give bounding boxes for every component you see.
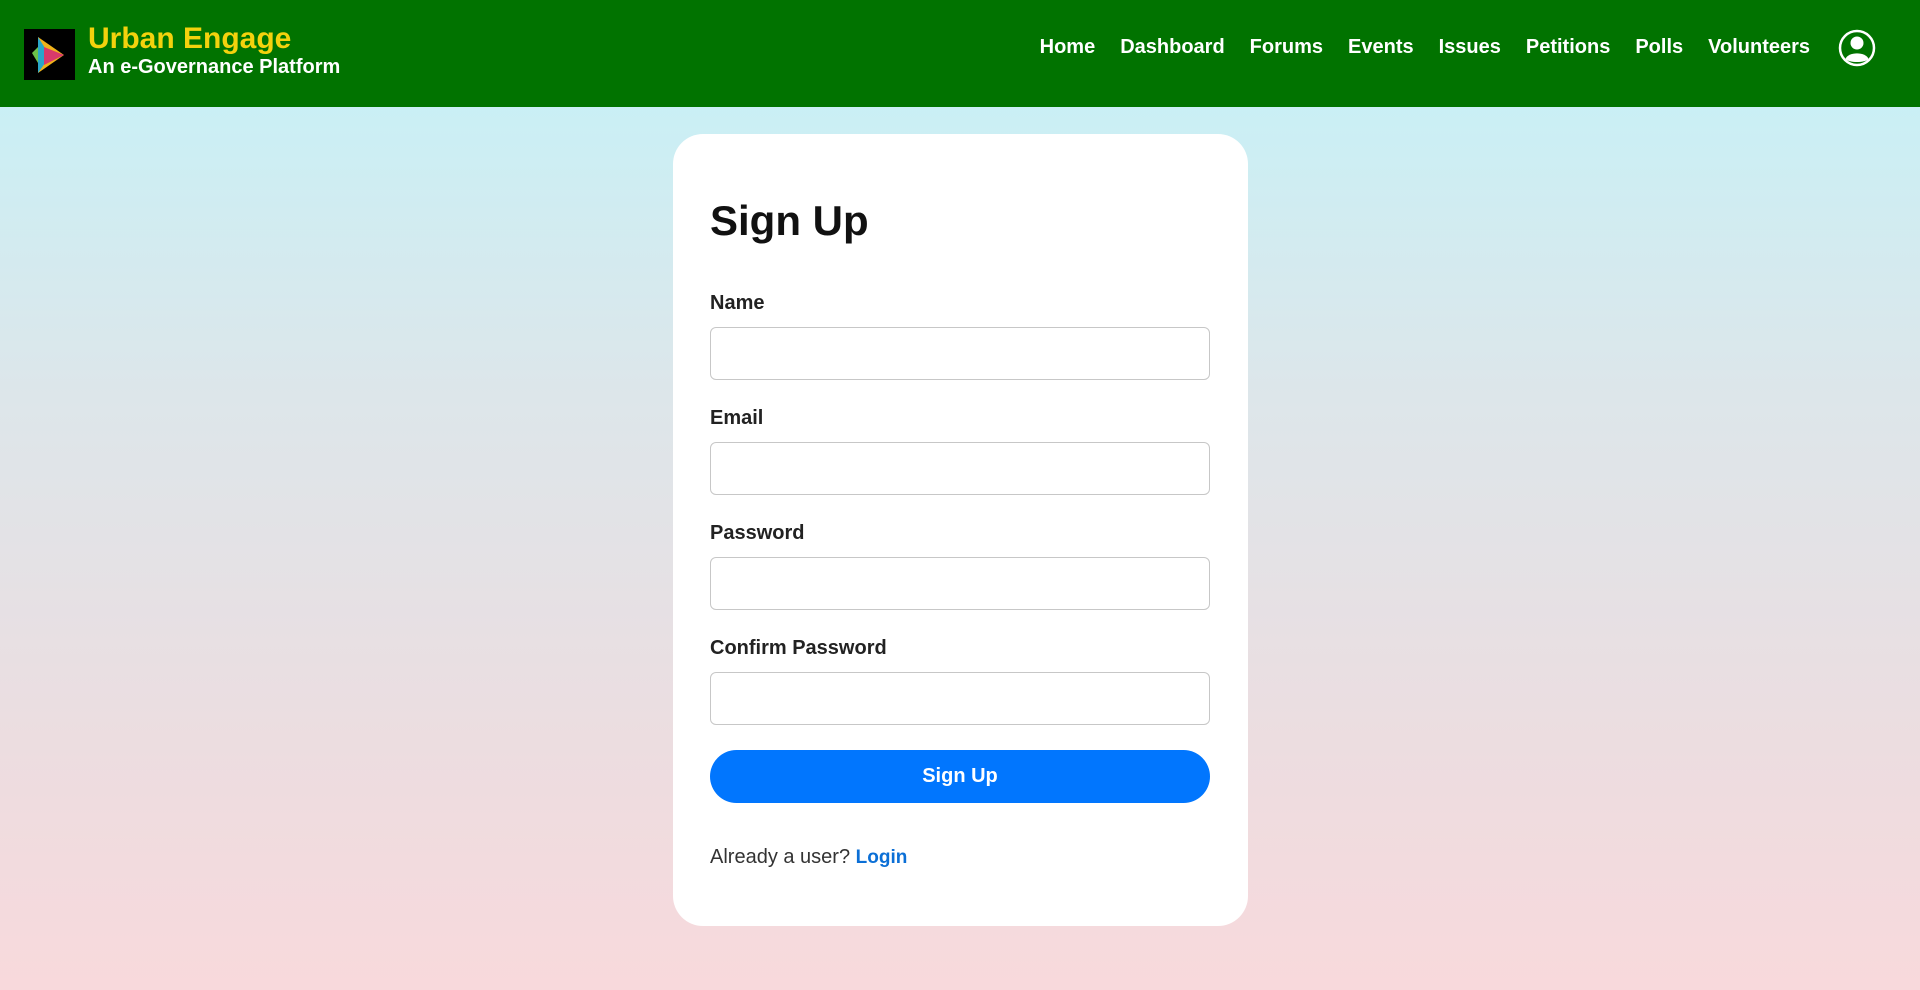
password-field-group: Password: [710, 521, 1211, 610]
nav-item-issues[interactable]: Issues: [1439, 34, 1501, 60]
confirm-password-input[interactable]: [710, 672, 1210, 725]
email-label: Email: [710, 407, 764, 429]
name-input[interactable]: [710, 327, 1210, 380]
login-link[interactable]: Login: [856, 847, 908, 868]
nav-links: Home Dashboard Forums Events Issues Peti…: [1015, 34, 1810, 60]
user-circle-icon[interactable]: [1838, 29, 1876, 67]
nav-item-petitions[interactable]: Petitions: [1526, 34, 1610, 60]
password-label: Password: [710, 522, 805, 544]
brand-subtitle: An e-Governance Platform: [88, 55, 341, 78]
login-prompt: Already a user? Login: [710, 845, 1211, 870]
brand-title: Urban Engage: [88, 21, 292, 55]
email-field-group: Email: [710, 406, 1211, 495]
nav-item-volunteers[interactable]: Volunteers: [1708, 34, 1810, 60]
top-navbar: Urban Engage An e-Governance Platform Ho…: [0, 0, 1920, 107]
name-field-group: Name: [710, 291, 1211, 380]
sign-up-button[interactable]: Sign Up: [710, 750, 1210, 803]
email-input[interactable]: [710, 442, 1210, 495]
confirm-password-field-group: Confirm Password: [710, 636, 1211, 725]
brand[interactable]: Urban Engage An e-Governance Platform: [24, 22, 340, 80]
play-logo-icon: [24, 29, 75, 80]
password-input[interactable]: [710, 557, 1210, 610]
signup-card: Sign Up Name Email Password Confirm Pass…: [673, 134, 1248, 926]
nav-item-home[interactable]: Home: [1040, 34, 1096, 60]
name-label: Name: [710, 292, 765, 314]
nav-item-events[interactable]: Events: [1348, 34, 1414, 60]
brand-text: Urban Engage An e-Governance Platform: [88, 22, 340, 78]
page-title: Sign Up: [710, 197, 869, 244]
login-prompt-text: Already a user?: [710, 846, 851, 868]
nav-item-dashboard[interactable]: Dashboard: [1120, 34, 1224, 60]
confirm-password-label: Confirm Password: [710, 637, 887, 659]
nav-item-forums[interactable]: Forums: [1250, 34, 1323, 60]
nav-item-polls[interactable]: Polls: [1635, 34, 1683, 60]
